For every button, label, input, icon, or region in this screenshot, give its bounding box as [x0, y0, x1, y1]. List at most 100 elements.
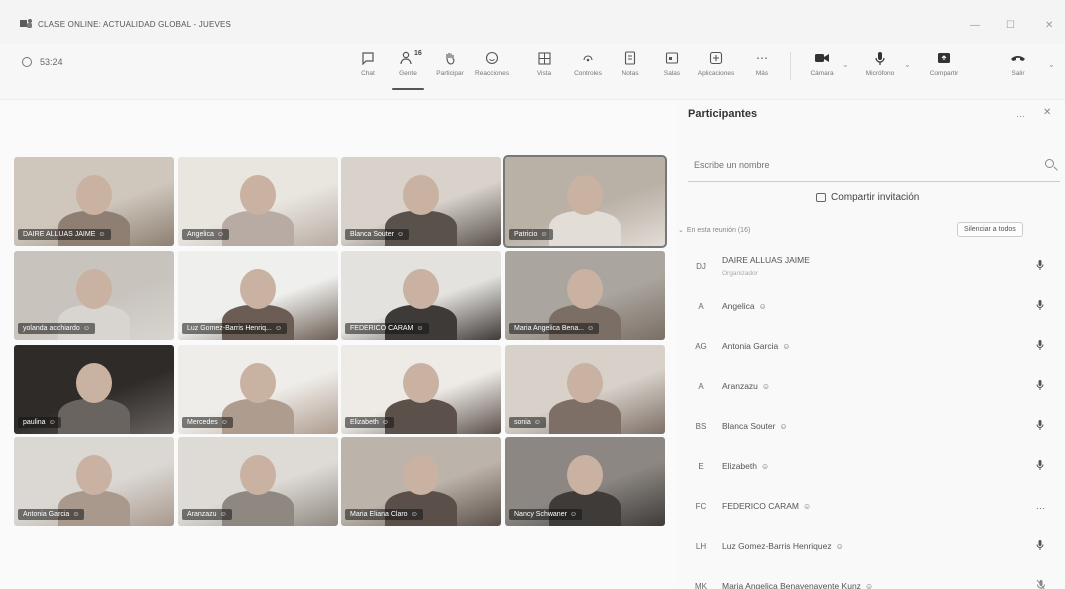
participant-name: Maria Angelica Benavenavente Kunz [722, 581, 861, 589]
guest-user-icon: ☺ [761, 381, 771, 391]
apps-button[interactable]: Aplicaciones [694, 48, 738, 88]
mute-all-button[interactable]: Silenciar a todos [957, 222, 1023, 237]
participant-row[interactable]: BS Blanca Souter ☺ [676, 406, 1065, 446]
raise-hand-label: Participar [436, 70, 464, 77]
controls-button[interactable]: Controles [566, 48, 610, 88]
search-icon[interactable] [1045, 159, 1054, 168]
participant-name: FEDERICO CARAM [722, 501, 799, 511]
video-tile[interactable]: Aranzazu ☺ [178, 437, 338, 526]
share-invite-label: Compartir invitación [831, 192, 920, 203]
video-tile[interactable]: Angelica ☺ [178, 157, 338, 246]
video-tile[interactable]: Patricio ☺ [503, 155, 667, 248]
participant-video-face [403, 363, 439, 403]
share-button[interactable]: Compartir [922, 48, 966, 88]
tile-name: paulina [23, 419, 46, 426]
video-tile[interactable]: Nancy Schwaner ☺ [505, 437, 665, 526]
participant-role: Organizador [722, 270, 758, 277]
participant-video-face [567, 363, 603, 403]
participant-more-icon[interactable]: … [1036, 501, 1045, 511]
participant-video-face [403, 455, 439, 495]
microphone-options-chevron-icon[interactable]: ⌄ [904, 60, 911, 69]
close-window-button[interactable]: ✕ [1045, 20, 1053, 31]
minimize-button[interactable]: — [970, 20, 980, 31]
panel-more-options-button[interactable]: … [1016, 109, 1025, 119]
participant-video-face [76, 455, 112, 495]
participant-row[interactable]: A Angelica ☺ [676, 286, 1065, 326]
participant-video-figure [222, 399, 294, 434]
participant-video-face [403, 175, 439, 215]
leave-button[interactable]: Salir [996, 48, 1040, 88]
participant-video-face [567, 175, 603, 215]
participant-name: DAIRE ALLUAS JAIME [722, 255, 810, 265]
guest-user-icon: ☺ [569, 511, 578, 518]
participant-row[interactable]: AG Antonia Garcia ☺ [676, 326, 1065, 366]
video-tile[interactable]: sonia ☺ [505, 345, 665, 434]
reactions-button[interactable]: Reacciones [470, 48, 514, 88]
participant-search-input[interactable] [688, 152, 1008, 178]
camera-options-chevron-icon[interactable]: ⌄ [842, 60, 849, 69]
microphone-icon[interactable] [1036, 539, 1044, 553]
in-meeting-section-toggle[interactable]: ⌄ En esta reunión (16) [678, 226, 750, 235]
participant-row[interactable]: DJ DAIRE ALLUAS JAIME Organizador [676, 246, 1065, 286]
camera-button[interactable]: Cámara [800, 48, 844, 88]
tile-name-tag: paulina ☺ [18, 417, 61, 428]
participant-row[interactable]: A Aranzazu ☺ [676, 366, 1065, 406]
guest-user-icon: ☺ [835, 541, 844, 551]
video-tile[interactable]: paulina ☺ [14, 345, 174, 434]
video-tile[interactable]: Blanca Souter ☺ [341, 157, 501, 246]
panel-close-button[interactable]: ✕ [1043, 107, 1051, 118]
chevron-down-icon: ⌄ [678, 227, 684, 234]
video-tile[interactable]: DAIRE ALLUAS JAIME ☺ [14, 157, 174, 246]
more-button[interactable]: ⋯ Más [740, 48, 784, 88]
guest-user-icon: ☺ [72, 511, 80, 518]
tile-name: Elizabeth [350, 419, 379, 426]
tile-name-tag: DAIRE ALLUAS JAIME ☺ [18, 229, 111, 240]
share-invite-button[interactable]: Compartir invitación [816, 192, 919, 203]
microphone-icon[interactable] [1036, 379, 1044, 393]
video-tile[interactable]: Elizabeth ☺ [341, 345, 501, 434]
tile-name: DAIRE ALLUAS JAIME [23, 231, 96, 238]
microphone-off-icon[interactable] [1036, 579, 1046, 589]
people-label: Gente [399, 70, 417, 77]
tile-name-tag: FEDERICO CARAM ☺ [345, 323, 429, 334]
microphone-button[interactable]: Micrófono [858, 48, 902, 88]
participant-row[interactable]: FC FEDERICO CARAM ☺… [676, 486, 1065, 526]
video-tile[interactable]: Maria Angelica Bena... ☺ [505, 251, 665, 340]
share-screen-icon [936, 50, 952, 66]
microphone-icon[interactable] [1036, 419, 1044, 433]
participant-avatar: MK [695, 581, 707, 589]
microphone-icon[interactable] [1036, 339, 1044, 353]
video-tile[interactable]: Mercedes ☺ [178, 345, 338, 434]
participant-video-face [240, 455, 276, 495]
microphone-icon[interactable] [1036, 299, 1044, 313]
people-button[interactable]: 16 Gente [386, 48, 430, 90]
participant-row[interactable]: LH Luz Gomez-Barris Henriquez ☺ [676, 526, 1065, 566]
video-tile[interactable]: Maria Eliana Claro ☺ [341, 437, 501, 526]
raise-hand-button[interactable]: Participar [428, 48, 472, 88]
video-tile[interactable]: FEDERICO CARAM ☺ [341, 251, 501, 340]
video-tile[interactable]: yolanda acchiardo ☺ [14, 251, 174, 340]
participant-name: Luz Gomez-Barris Henriquez [722, 541, 832, 551]
participant-avatar: A [698, 381, 704, 391]
participant-row[interactable]: MK Maria Angelica Benavenavente Kunz ☺ [676, 566, 1065, 589]
maximize-button[interactable]: ☐ [1006, 20, 1015, 31]
participant-video-figure [222, 491, 294, 526]
chat-label: Chat [361, 70, 375, 77]
guest-user-icon: ☺ [219, 511, 227, 518]
participant-avatar: FC [695, 501, 707, 511]
microphone-icon[interactable] [1036, 259, 1044, 273]
video-tile[interactable]: Antonia Garcia ☺ [14, 437, 174, 526]
video-tile[interactable]: Luz Gomez-Barris Henriq... ☺ [178, 251, 338, 340]
rooms-button[interactable]: Salas [650, 48, 694, 88]
participant-avatar: BS [695, 421, 707, 431]
participant-video-face [76, 175, 112, 215]
leave-options-chevron-icon[interactable]: ⌄ [1048, 60, 1055, 69]
chat-button[interactable]: Chat [346, 48, 390, 88]
view-button[interactable]: Vista [522, 48, 566, 88]
microphone-icon[interactable] [1036, 459, 1044, 473]
video-grid: DAIRE ALLUAS JAIME ☺ Angelica ☺ Blanca Soute… [14, 155, 667, 527]
participant-row[interactable]: E Elizabeth ☺ [676, 446, 1065, 486]
participant-video-figure [549, 399, 621, 434]
notes-button[interactable]: Notas [608, 48, 652, 88]
shield-icon [22, 57, 32, 67]
